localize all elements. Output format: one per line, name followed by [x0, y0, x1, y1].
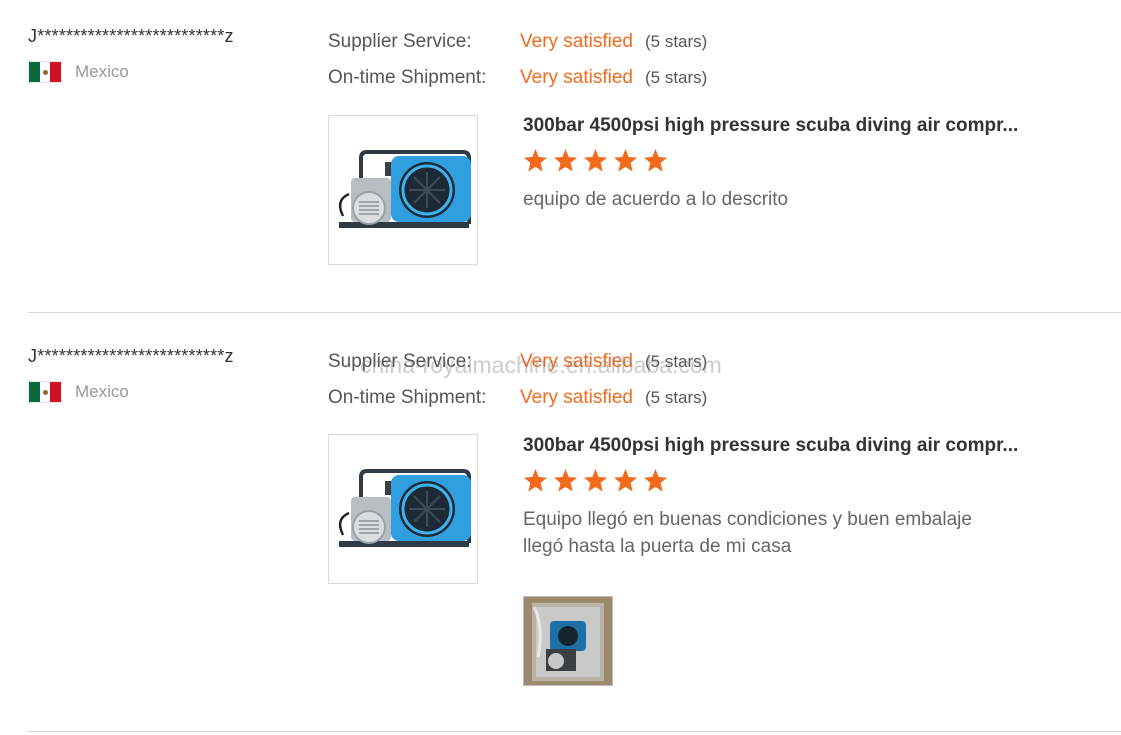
country-name: Mexico [75, 62, 129, 81]
product-image[interactable] [328, 115, 478, 265]
rating-value: Very satisfied [520, 67, 633, 88]
air-compressor-image [338, 150, 471, 228]
rating-on-time-shipment: On-time Shipment: Very satisfied (5 star… [328, 60, 707, 96]
supplier-ratings: Supplier Service: Very satisfied (5 star… [328, 24, 707, 96]
rating-stars-text: (5 stars) [645, 388, 708, 407]
rating-value: Very satisfied [520, 31, 633, 52]
star-icon [554, 469, 577, 492]
packaged-compressor-photo [524, 597, 612, 685]
rating-label: On-time Shipment: [328, 67, 487, 88]
rating-value: Very satisfied [520, 351, 633, 372]
supplier-ratings: Supplier Service: Very satisfied (5 star… [328, 344, 707, 416]
star-icon [644, 149, 667, 172]
comment-line: equipo de acuerdo a lo descrito [523, 189, 789, 210]
reviewer-info: J**************************z Mexico [28, 24, 308, 84]
star-rating [523, 468, 1043, 494]
rating-label: Supplier Service: [328, 351, 472, 372]
mexico-flag-icon [28, 61, 62, 83]
rating-supplier-service: Supplier Service: Very satisfied (5 star… [328, 24, 707, 60]
star-icon [584, 469, 607, 492]
rating-label: On-time Shipment: [328, 387, 487, 408]
review-photo-thumbnail[interactable] [523, 596, 613, 686]
rating-supplier-service: Supplier Service: Very satisfied (5 star… [328, 344, 707, 380]
comment-line: Equipo llegó en buenas condiciones y bue… [523, 509, 972, 530]
rating-stars-text: (5 stars) [645, 68, 708, 87]
rating-stars-text: (5 stars) [645, 352, 708, 371]
reviewer-name: J**************************z [28, 346, 234, 366]
review-comment: Equipo llegó en buenas condiciones y bue… [523, 506, 1043, 560]
air-compressor-image [338, 469, 471, 547]
product-info: 300bar 4500psi high pressure scuba divin… [523, 433, 1043, 560]
mexico-flag-icon [28, 381, 62, 403]
product-title-link[interactable]: 300bar 4500psi high pressure scuba divin… [523, 113, 1043, 139]
reviewer-country: Mexico [28, 380, 308, 404]
reviewer-info: J**************************z Mexico [28, 344, 308, 404]
review-item: J**************************z Mexico Supp… [28, 320, 1121, 732]
star-icon [584, 149, 607, 172]
star-icon [644, 469, 667, 492]
country-name: Mexico [75, 382, 129, 401]
star-icon [524, 149, 547, 172]
star-icon [524, 469, 547, 492]
comment-line: llegó hasta la puerta de mi casa [523, 536, 792, 557]
review-item: J**************************z Mexico Supp… [28, 0, 1121, 313]
reviewer-name: J**************************z [28, 26, 234, 46]
rating-label: Supplier Service: [328, 31, 472, 52]
rating-stars-text: (5 stars) [645, 32, 708, 51]
star-icon [554, 149, 577, 172]
product-info: 300bar 4500psi high pressure scuba divin… [523, 113, 1043, 213]
reviewer-country: Mexico [28, 60, 308, 84]
product-image[interactable] [328, 434, 478, 584]
rating-on-time-shipment: On-time Shipment: Very satisfied (5 star… [328, 380, 707, 416]
product-title-link[interactable]: 300bar 4500psi high pressure scuba divin… [523, 433, 1043, 459]
star-icon [614, 149, 637, 172]
star-icon [614, 469, 637, 492]
rating-value: Very satisfied [520, 387, 633, 408]
star-rating [523, 148, 1043, 174]
review-comment: equipo de acuerdo a lo descrito [523, 186, 1043, 213]
